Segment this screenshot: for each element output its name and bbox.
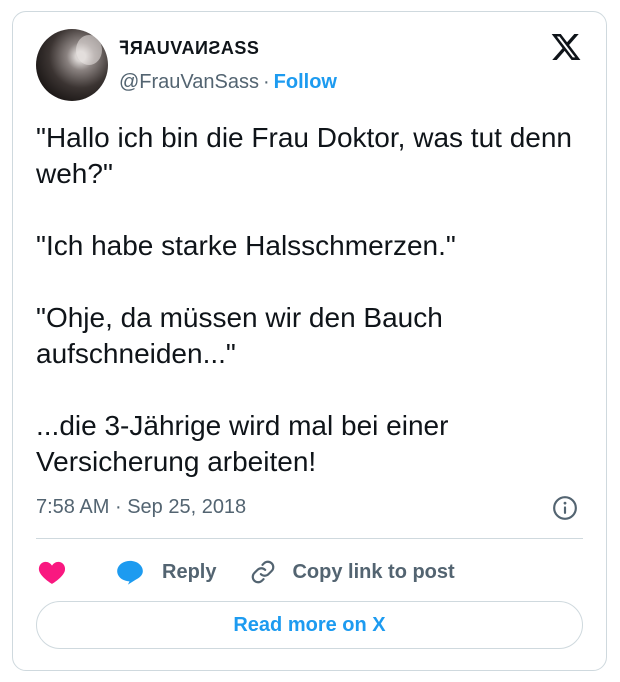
like-button[interactable] [38, 559, 66, 585]
author-handle[interactable]: @FrauVanSass [119, 71, 259, 93]
timestamp-separator: · [114, 496, 122, 518]
reply-button[interactable]: Reply [116, 559, 216, 585]
action-bar: Reply Copy link to post [36, 555, 455, 589]
divider [36, 538, 583, 539]
copy-link-button[interactable]: Copy link to post [250, 559, 455, 585]
read-more-button[interactable]: Read more on X [36, 601, 583, 649]
link-icon [252, 560, 275, 584]
info-icon[interactable] [552, 495, 578, 521]
tweet-timestamp[interactable]: 7:58 AM · Sep 25, 2018 [36, 496, 246, 519]
reply-label: Reply [162, 560, 217, 583]
handle-separator: · [263, 71, 270, 93]
author-handle-row: @FrauVanSass · Follow [119, 71, 337, 94]
tweet-time: 7:58 AM [36, 496, 110, 518]
tweet-date: Sep 25, 2018 [127, 496, 247, 518]
tweet-card: ꟻЯAUVAИƧASS @FrauVanSass · Follow "Hallo i… [12, 11, 607, 671]
follow-link[interactable]: Follow [274, 71, 337, 93]
x-logo-icon[interactable] [550, 31, 582, 63]
copy-link-label: Copy link to post [292, 560, 455, 583]
heart-icon [38, 561, 66, 584]
avatar[interactable] [36, 29, 108, 101]
author-display-name[interactable]: ꟻЯAUVAИƧASS [119, 38, 259, 59]
tweet-text: "Hallo ich bin die Frau Doktor, was tut … [36, 122, 572, 477]
speech-bubble-icon [117, 560, 143, 585]
